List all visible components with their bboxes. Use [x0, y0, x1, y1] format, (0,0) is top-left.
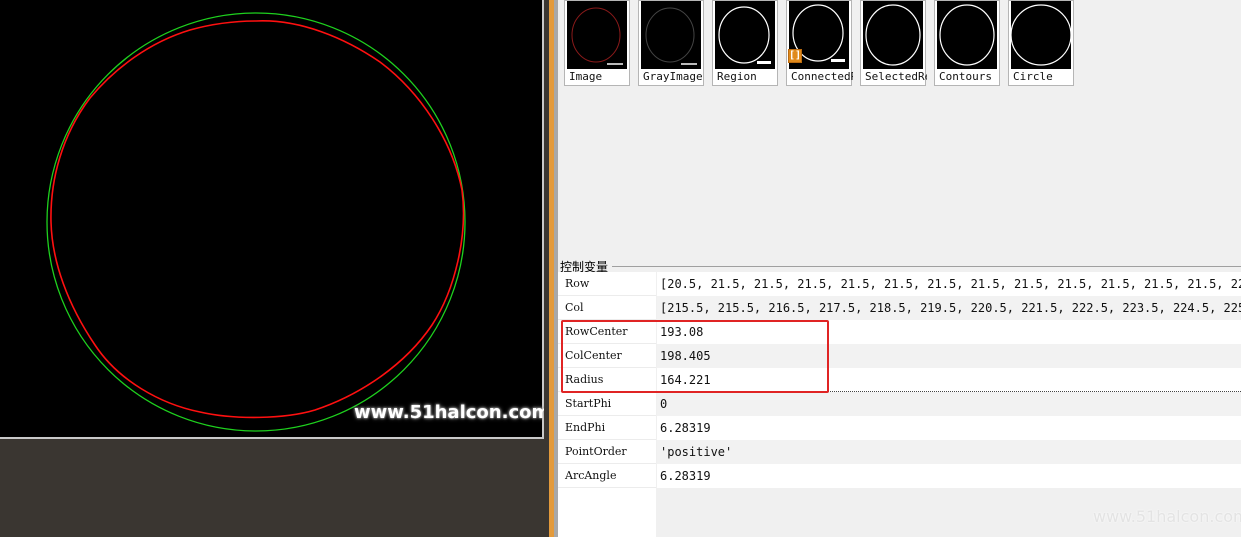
iconic-var-circle[interactable]: Circle	[1008, 0, 1074, 86]
grayimage-thumbnail-icon	[641, 1, 701, 69]
thumb-label: Image	[569, 70, 603, 83]
thumb-label: Contours	[939, 70, 992, 83]
variable-row-col[interactable]: Col [215.5, 215.5, 216.5, 217.5, 218.5, …	[558, 296, 1241, 320]
iconic-var-image[interactable]: Image	[564, 0, 630, 86]
thumb-label: Region	[717, 70, 757, 83]
variable-panel: Image GrayImage Region Connected [] Sele…	[558, 0, 1241, 537]
control-variables-table: Row [20.5, 21.5, 21.5, 21.5, 21.5, 21.5,…	[558, 272, 1241, 537]
variable-name: Row	[558, 272, 656, 296]
thumb-label: SelectedReg	[865, 70, 927, 83]
variable-value: 6.28319	[657, 416, 1241, 440]
variable-value: 'positive'	[657, 440, 1241, 464]
iconic-var-connectedregions[interactable]: ConnectedRe	[786, 0, 853, 86]
variable-value: [215.5, 215.5, 216.5, 217.5, 218.5, 219.…	[657, 296, 1241, 320]
variable-name: ArcAngle	[558, 464, 656, 488]
variable-row-row[interactable]: Row [20.5, 21.5, 21.5, 21.5, 21.5, 21.5,…	[558, 272, 1241, 296]
contour-path	[50, 20, 465, 419]
image-thumbnail-icon	[567, 1, 627, 69]
region-thumbnail-icon	[715, 1, 775, 69]
iconic-variables-area: Image GrayImage Region Connected [] Sele…	[558, 0, 1241, 258]
variable-value: 0	[657, 392, 1241, 416]
graphics-window[interactable]: www.51halcon.com	[0, 0, 550, 439]
variable-row-arcangle[interactable]: ArcAngle 6.28319	[558, 464, 1241, 488]
array-badge-icon: []	[788, 49, 802, 63]
variable-name: EndPhi	[558, 416, 656, 440]
circle-thumbnail-icon	[1011, 1, 1071, 69]
thumb-label: Circle	[1013, 70, 1053, 83]
selected-regions-thumbnail-icon	[863, 1, 923, 69]
iconic-var-contours[interactable]: Contours	[934, 0, 1000, 86]
variable-row-startphi[interactable]: StartPhi 0	[558, 392, 1241, 416]
iconic-var-region[interactable]: Region	[712, 0, 778, 86]
variable-row-pointorder[interactable]: PointOrder 'positive'	[558, 440, 1241, 464]
group-divider	[612, 266, 1241, 267]
variable-name: Col	[558, 296, 656, 320]
variable-name: StartPhi	[558, 392, 656, 416]
variable-name: PointOrder	[558, 440, 656, 464]
graphics-canvas	[46, 12, 466, 432]
bottom-watermark-text: www.51halcon.com	[1093, 507, 1241, 526]
thumb-label: GrayImage	[643, 70, 703, 83]
contours-thumbnail-icon	[937, 1, 997, 69]
highlight-box	[561, 320, 829, 393]
variable-value: [20.5, 21.5, 21.5, 21.5, 21.5, 21.5, 21.…	[657, 272, 1241, 296]
variable-value: 6.28319	[657, 464, 1241, 488]
iconic-var-selectedregions[interactable]: SelectedReg	[860, 0, 927, 86]
watermark-text: www.51halcon.com	[354, 402, 551, 423]
iconic-var-grayimage[interactable]: GrayImage	[638, 0, 704, 86]
thumb-label: ConnectedRe	[791, 70, 853, 83]
fitted-circle	[46, 12, 466, 432]
variable-row-endphi[interactable]: EndPhi 6.28319	[558, 416, 1241, 440]
